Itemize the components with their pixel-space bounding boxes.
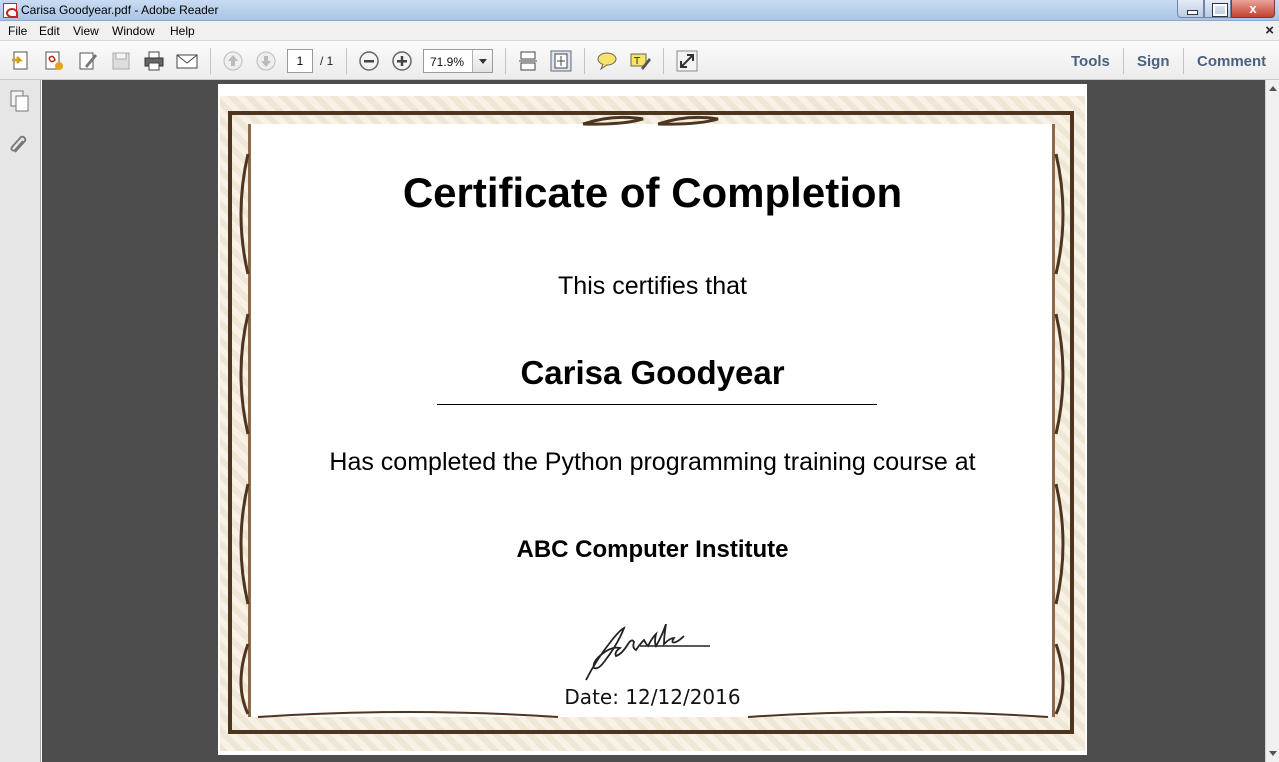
- menu-bar: File Edit View Window Help ×: [0, 21, 1279, 41]
- close-document-icon[interactable]: ×: [1265, 22, 1274, 39]
- print-icon[interactable]: [143, 50, 165, 72]
- pdf-app-icon: [3, 3, 18, 18]
- certificate-title: Certificate of Completion: [402, 169, 903, 216]
- toolbar-separator: [584, 48, 585, 74]
- window-title: Carisa Goodyear.pdf - Adobe Reader: [21, 3, 219, 17]
- date-label: Date:: [564, 685, 619, 709]
- toolbar-separator: [505, 48, 506, 74]
- window-controls: x: [1177, 0, 1275, 18]
- zoom-level-select[interactable]: 71.9%: [423, 49, 493, 73]
- toolbar-separator: [346, 48, 347, 74]
- chevron-down-icon[interactable]: [472, 50, 492, 72]
- close-button[interactable]: x: [1231, 0, 1275, 18]
- zoom-out-icon[interactable]: [358, 50, 380, 72]
- fit-page-icon[interactable]: [550, 50, 572, 72]
- pdf-page: Certificate of Completion This certifies…: [218, 84, 1087, 755]
- certifies-text: This certifies that: [558, 272, 747, 300]
- menu-file[interactable]: File: [8, 24, 27, 38]
- page-total: / 1: [320, 54, 334, 68]
- edit-document-icon[interactable]: [77, 50, 99, 72]
- certificate-date: Date: 12/12/2016: [218, 685, 1087, 709]
- title-bar: Carisa Goodyear.pdf - Adobe Reader x: [0, 0, 1279, 21]
- toolbar-separator: [1123, 48, 1124, 74]
- email-icon[interactable]: [176, 50, 198, 72]
- scroll-down-icon[interactable]: [1269, 751, 1277, 756]
- save-icon[interactable]: [110, 50, 132, 72]
- zoom-in-icon[interactable]: [391, 50, 413, 72]
- highlight-text-icon[interactable]: T: [629, 50, 651, 72]
- page-number-input[interactable]: 1: [287, 49, 313, 73]
- full-screen-icon[interactable]: [676, 50, 698, 72]
- maximize-button[interactable]: [1204, 0, 1231, 18]
- next-page-icon[interactable]: [255, 50, 277, 72]
- previous-page-icon[interactable]: [222, 50, 244, 72]
- date-value: 12/12/2016: [625, 685, 741, 709]
- create-pdf-icon[interactable]: [43, 50, 65, 72]
- menu-view[interactable]: View: [73, 24, 99, 38]
- toolbar-separator: [210, 48, 211, 74]
- scroll-up-icon[interactable]: [1269, 86, 1277, 91]
- navigation-pane: [0, 80, 41, 762]
- minimize-button[interactable]: [1177, 0, 1204, 18]
- zoom-value: 71.9%: [430, 55, 465, 69]
- toolbar-separator: [1183, 48, 1184, 74]
- signature-image: [585, 624, 710, 681]
- scroll-mode-icon[interactable]: [517, 50, 539, 72]
- menu-window[interactable]: Window: [112, 24, 155, 38]
- vertical-scrollbar[interactable]: [1265, 80, 1279, 762]
- name-underline: [437, 404, 877, 405]
- open-file-icon[interactable]: [10, 50, 32, 72]
- recipient-name: Carisa Goodyear: [520, 354, 785, 391]
- sign-pane-button[interactable]: Sign: [1137, 53, 1170, 70]
- page-thumbnails-icon[interactable]: [8, 89, 32, 113]
- main-toolbar: 1 / 1 71.9% T Tools Sign Comment: [0, 41, 1279, 80]
- completion-text: Has completed the Python programming tra…: [329, 448, 976, 476]
- comment-pane-button[interactable]: Comment: [1197, 53, 1266, 70]
- close-icon: x: [1249, 1, 1257, 16]
- toolbar-separator: [663, 48, 664, 74]
- svg-text:T: T: [633, 56, 641, 67]
- comment-note-icon[interactable]: [596, 50, 618, 72]
- menu-edit[interactable]: Edit: [39, 24, 60, 38]
- institute-name: ABC Computer Institute: [516, 536, 789, 563]
- menu-help[interactable]: Help: [170, 24, 195, 38]
- tools-pane-button[interactable]: Tools: [1071, 53, 1110, 70]
- attachments-icon[interactable]: [8, 132, 32, 156]
